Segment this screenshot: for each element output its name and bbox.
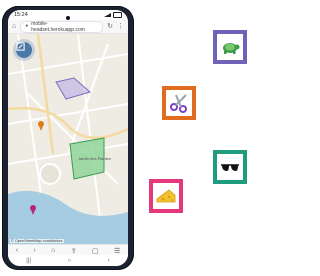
card-scissors[interactable]	[162, 86, 196, 120]
address-text: mobile-headset.herokuapp.com	[31, 20, 85, 33]
map-canvas: Jardin des Plantes	[8, 34, 128, 244]
map-view[interactable]: Jardin des Plantes © OpenStreetMap contr…	[8, 34, 128, 244]
card-cheese[interactable]	[149, 179, 183, 213]
park-label: Jardin des Plantes	[78, 156, 111, 161]
scissors-icon	[170, 94, 187, 113]
draw-icon	[16, 42, 25, 51]
system-home-icon[interactable]: ○	[68, 258, 72, 264]
forward-icon[interactable]: ›	[33, 247, 35, 254]
turtle-icon	[223, 43, 240, 54]
battery-icon	[113, 12, 122, 18]
system-back-icon[interactable]: ‹	[108, 258, 110, 264]
home-icon[interactable]: ⌂	[12, 23, 16, 30]
browser-toolbar: ⌂ ● mobile-headset.herokuapp.com ↻ ⋮	[8, 20, 128, 34]
recent-apps-icon[interactable]: |||	[26, 258, 31, 264]
home-nav-icon[interactable]: ⌂	[51, 247, 55, 254]
card-sunglasses[interactable]	[213, 150, 247, 184]
signal-icon	[104, 13, 111, 17]
river	[8, 190, 128, 244]
status-time: 15:24	[14, 12, 28, 18]
phone-screen: 15:24 ⌂ ● mobile-headset.herokuapp.com ↻…	[8, 10, 128, 266]
phone-frame: 15:24 ⌂ ● mobile-headset.herokuapp.com ↻…	[2, 6, 134, 270]
map-marker-orange	[38, 121, 44, 131]
back-icon[interactable]: ‹	[16, 247, 18, 254]
system-nav-bar: ||| ○ ‹	[8, 255, 128, 266]
cheese-icon	[156, 189, 176, 203]
reload-icon[interactable]: ↻	[107, 23, 113, 30]
lock-icon: ●	[25, 23, 29, 29]
share-icon[interactable]: ⇪	[71, 247, 77, 255]
address-bar[interactable]: ● mobile-headset.herokuapp.com	[20, 20, 104, 33]
tabs-icon[interactable]: ▢	[92, 247, 99, 255]
roundabout	[39, 163, 61, 185]
status-icons	[104, 12, 122, 18]
menu-icon[interactable]: ☰	[114, 247, 120, 255]
card-turtle[interactable]	[213, 30, 247, 64]
front-camera	[66, 16, 70, 20]
map-attribution[interactable]: © OpenStreetMap contributors	[10, 239, 64, 243]
more-menu-icon[interactable]: ⋮	[117, 23, 124, 30]
sunglasses-icon	[221, 164, 239, 171]
draw-tool-button[interactable]	[16, 42, 32, 58]
